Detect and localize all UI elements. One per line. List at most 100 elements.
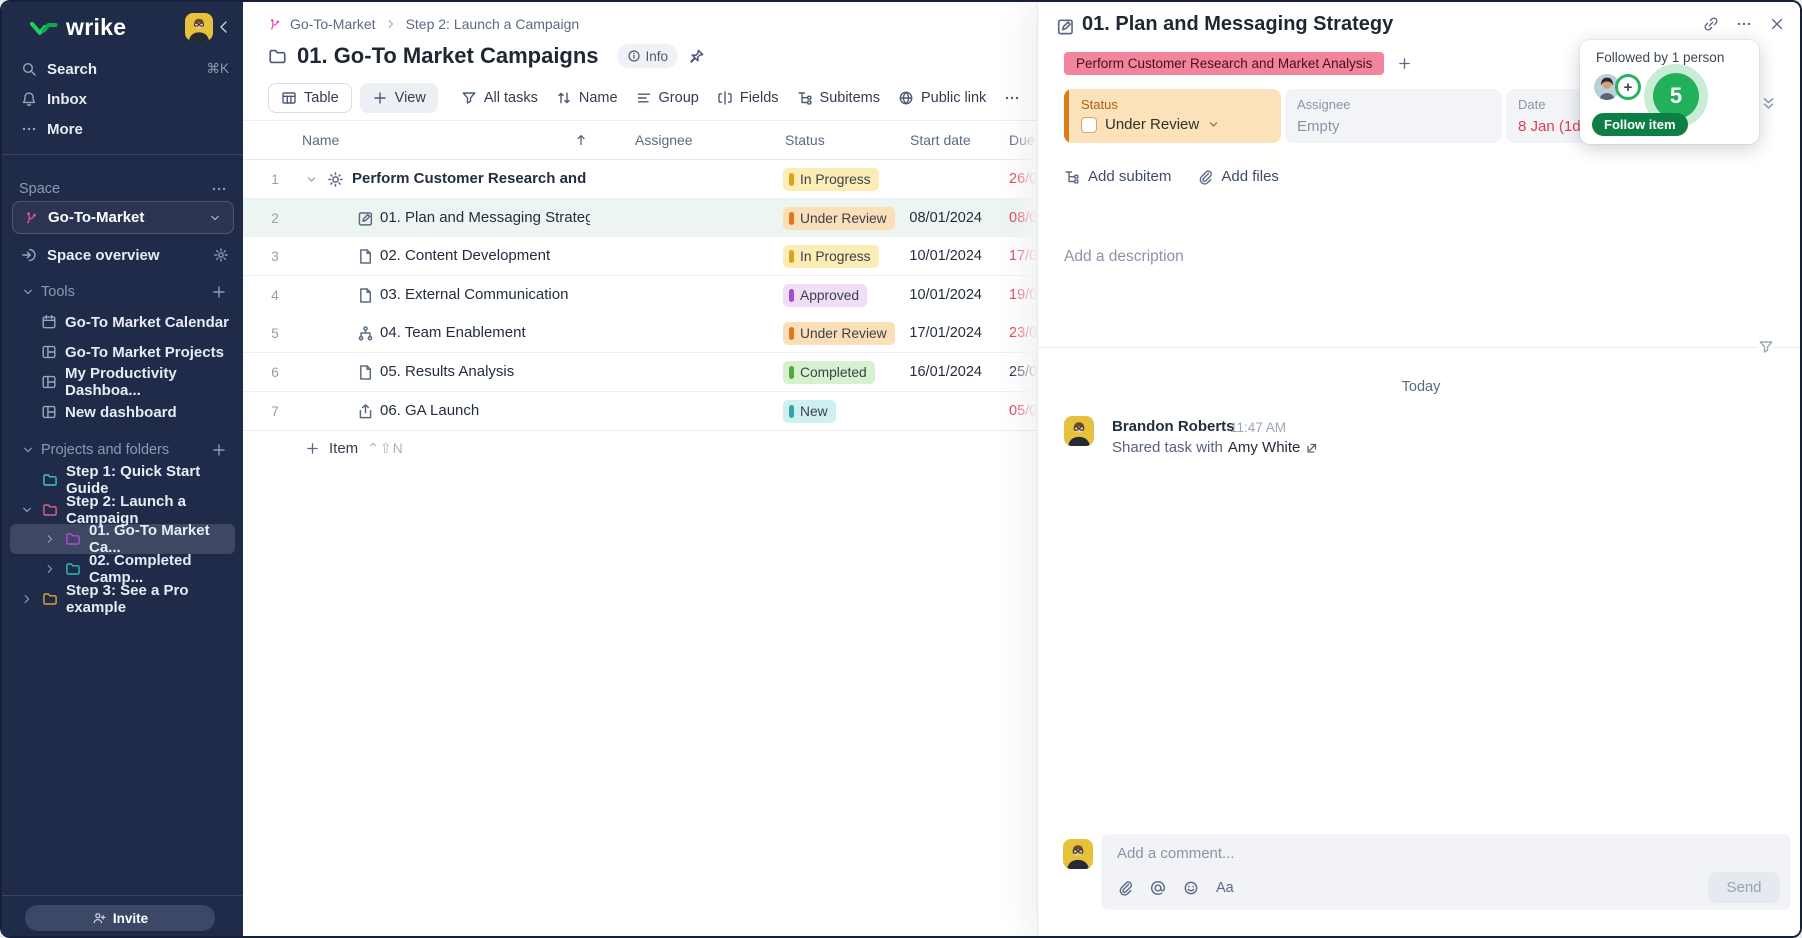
gear-icon[interactable]: [213, 247, 229, 263]
copy-link-icon[interactable]: [1703, 16, 1719, 32]
add-project-icon[interactable]: [211, 442, 227, 458]
start-date-cell[interactable]: 16/01/2024: [872, 353, 982, 391]
sidebar-item-more[interactable]: More: [2, 114, 243, 144]
person-plus-icon: [92, 911, 106, 925]
comment-input[interactable]: Add a comment...: [1117, 845, 1235, 862]
expand-fields-icon[interactable]: [1760, 95, 1777, 112]
table-row[interactable]: 6 05. Results Analysis Completed16/01/2024…: [243, 353, 1037, 392]
table-row[interactable]: 302. Content DevelopmentIn Progress10/01…: [243, 237, 1037, 276]
start-date-cell[interactable]: 08/01/2024: [872, 199, 982, 237]
sidebar-item-search[interactable]: Search⌘K: [2, 54, 243, 84]
chevron-down-icon: [21, 443, 35, 457]
stream-filter-icon[interactable]: [1758, 339, 1774, 355]
due-date-cell[interactable]: 05/0: [1009, 392, 1037, 430]
send-button[interactable]: Send: [1708, 872, 1780, 903]
task-checkbox[interactable]: [1081, 117, 1097, 133]
task-name[interactable]: 02. Content Development: [380, 237, 590, 275]
space-options-icon[interactable]: [211, 181, 227, 197]
task-name[interactable]: 03. External Communication: [380, 276, 590, 314]
due-date-cell[interactable]: 08/0: [1009, 199, 1037, 237]
due-date-cell[interactable]: 25/0: [1009, 353, 1037, 391]
table-row[interactable]: 403. External CommunicationApproved10/01…: [243, 276, 1037, 315]
sidebar-project-item[interactable]: Step 2: Launch a Campaign: [2, 495, 243, 525]
add-item-button[interactable]: Item ⌃⇧N: [305, 432, 404, 464]
table-row[interactable]: 1Perform Customer Research and Market An…: [243, 160, 1037, 199]
start-date-cell[interactable]: 10/01/2024: [872, 237, 982, 275]
status-field-label: Status: [1081, 97, 1269, 112]
add-files-button[interactable]: Add files: [1197, 168, 1279, 185]
avatar-photo: [185, 13, 213, 41]
row-number: 6: [255, 353, 295, 392]
chevron-right-icon[interactable]: [20, 592, 34, 606]
projects-section-label: Projects and folders: [41, 442, 169, 458]
emoji-icon[interactable]: [1183, 880, 1199, 896]
sidebar-project-item[interactable]: 01. Go-To Market Ca...: [10, 524, 235, 554]
chevron-right-icon[interactable]: [43, 532, 57, 546]
space-section-header: Space: [2, 176, 243, 202]
add-tool-icon[interactable]: [211, 284, 227, 300]
status-field[interactable]: Status Under Review: [1064, 89, 1281, 143]
add-tag-icon[interactable]: [1397, 56, 1412, 71]
sidebar-tool-item[interactable]: Go-To Market Projects: [2, 337, 243, 367]
task-name[interactable]: Perform Customer Research and Market Ana…: [352, 160, 591, 198]
panel-more-icon[interactable]: [1736, 16, 1752, 32]
status-badge[interactable]: In Progress: [783, 168, 879, 191]
start-date-cell[interactable]: 17/01/2024: [872, 314, 982, 352]
parent-task-tag[interactable]: Perform Customer Research and Market Ana…: [1064, 52, 1384, 75]
table-row[interactable]: 201. Plan and Messaging StrategyUnder Re…: [243, 199, 1037, 238]
chevron-down-icon[interactable]: [20, 503, 34, 517]
projects-section-header[interactable]: Projects and folders: [2, 437, 243, 463]
comment-message-text: Shared task with: [1112, 439, 1223, 456]
comment-message-target[interactable]: Amy White: [1228, 439, 1301, 456]
chevron-right-icon[interactable]: [43, 562, 57, 576]
chevron-down-icon[interactable]: [305, 173, 318, 186]
sidebar-item-space-overview[interactable]: Space overview: [2, 240, 243, 270]
mention-icon[interactable]: [1150, 880, 1166, 896]
attach-icon[interactable]: [1117, 880, 1133, 896]
assignee-field[interactable]: Assignee Empty: [1285, 89, 1502, 143]
task-title[interactable]: 01. Plan and Messaging Strategy: [1082, 13, 1393, 36]
comment-author[interactable]: Brandon Roberts: [1112, 418, 1235, 435]
tools-section-header[interactable]: Tools: [2, 279, 243, 305]
avatar-photo: [1063, 839, 1093, 869]
user-avatar[interactable]: [185, 13, 213, 41]
sidebar-tool-item[interactable]: Go-To Market Calendar: [2, 307, 243, 337]
table-row[interactable]: 504. Team EnablementUnder Review17/01/20…: [243, 314, 1037, 353]
task-quick-actions: Add subitem Add files: [1064, 168, 1279, 185]
sidebar-project-item[interactable]: Step 1: Quick Start Guide: [2, 465, 243, 495]
wrike-logo[interactable]: wrike: [29, 14, 126, 41]
sidebar-tool-item[interactable]: My Productivity Dashboa...: [2, 367, 243, 397]
follow-item-button[interactable]: Follow item: [1592, 113, 1688, 136]
add-follower-button[interactable]: +: [1615, 74, 1641, 100]
add-subitem-label: Add subitem: [1088, 168, 1171, 185]
invite-button[interactable]: Invite: [25, 905, 215, 931]
due-date-cell[interactable]: 26/0: [1009, 160, 1037, 198]
space-selector[interactable]: Go-To-Market: [12, 201, 234, 234]
task-name[interactable]: 06. GA Launch: [380, 392, 590, 430]
description-placeholder[interactable]: Add a description: [1064, 248, 1184, 266]
sidebar-tool-item[interactable]: New dashboard: [2, 397, 243, 427]
sidebar-item-inbox[interactable]: Inbox: [2, 84, 243, 114]
start-date-cell[interactable]: 10/01/2024: [872, 276, 982, 314]
sidebar-project-item[interactable]: 02. Completed Camp...: [2, 554, 243, 584]
task-name[interactable]: 05. Results Analysis: [380, 353, 590, 391]
sidebar-project-item[interactable]: Step 3: See a Pro example: [2, 584, 243, 614]
task-name[interactable]: 01. Plan and Messaging Strategy: [380, 199, 590, 237]
open-task-icon[interactable]: [1305, 440, 1320, 455]
due-date-cell[interactable]: 23/0: [1009, 314, 1037, 352]
task-type-icon: [357, 248, 374, 265]
format-text-button[interactable]: Aa: [1216, 880, 1234, 896]
table-row[interactable]: 706. GA LaunchNew05/0: [243, 392, 1037, 431]
status-badge[interactable]: Approved: [783, 284, 867, 307]
status-badge[interactable]: In Progress: [783, 245, 879, 268]
add-subitem-button[interactable]: Add subitem: [1064, 168, 1171, 185]
due-date-cell[interactable]: 19/0: [1009, 276, 1037, 314]
task-name[interactable]: 04. Team Enablement: [380, 314, 590, 352]
status-badge[interactable]: Completed: [783, 361, 875, 384]
close-icon[interactable]: [1769, 16, 1785, 32]
sidebar-collapse-icon[interactable]: [216, 19, 232, 35]
invite-label: Invite: [113, 911, 148, 926]
chevron-down-icon: [1207, 118, 1220, 131]
status-badge[interactable]: New: [783, 400, 836, 423]
due-date-cell[interactable]: 17/0: [1009, 237, 1037, 275]
